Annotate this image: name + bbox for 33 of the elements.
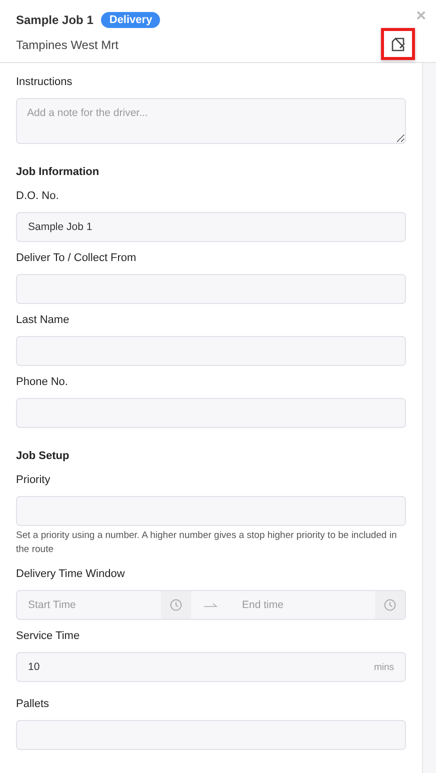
clock-icon [384,599,396,611]
text-field[interactable] [16,398,406,428]
field-label: D.O. No. [16,190,59,202]
field-label: Service Time [16,630,80,642]
service-time-field[interactable]: 10 mins [16,652,406,682]
section-heading: Job Setup [16,450,70,462]
service-time-input[interactable]: 10 [28,654,374,680]
end-time-input[interactable]: End time [231,591,375,619]
hint-text: Set a priority using a number. A higher number gives a stop higher priority to be included in the route [16,529,398,557]
field-label: Instructions [16,76,72,88]
text-field[interactable]: Sample Job 1 [16,212,406,242]
edit-button[interactable] [381,28,415,60]
clock-icon [170,599,182,611]
start-time-input[interactable]: Start Time [17,591,161,619]
time-range-field[interactable]: Start Time End time [16,590,406,620]
field-label: Delivery Time Window [16,568,125,580]
field-label: Deliver To / Collect From [16,252,136,264]
unit-label: mins [374,662,394,672]
edit-icon [390,36,406,52]
field-label: Pallets [16,698,50,710]
field-label: Phone No. [16,376,68,388]
job-address: Tampines West Mrt [16,38,118,52]
job-title: Sample Job 1 [16,13,94,27]
delivery-badge: Delivery [101,12,160,28]
section-heading: Job Information [16,166,100,178]
field-label: Priority [16,474,50,486]
text-field[interactable] [16,720,406,750]
field-label: Last Name [16,314,70,326]
instructions-field[interactable]: Add a note for the driver... [16,98,406,144]
text-field[interactable] [16,274,406,304]
text-field[interactable] [16,336,406,366]
scrollbar[interactable] [422,63,436,773]
text-field[interactable] [16,496,406,526]
